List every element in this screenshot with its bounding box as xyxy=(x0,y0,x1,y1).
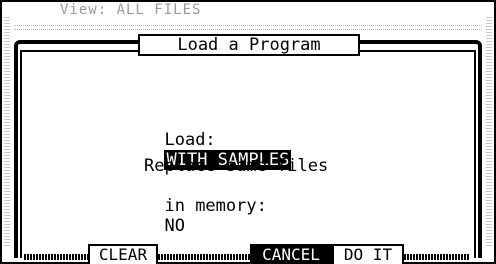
replace-label-line2: in memory: xyxy=(164,196,267,216)
right-decor-strip xyxy=(486,16,492,246)
left-decor-strip xyxy=(4,16,10,246)
view-filter-label: View: ALL FILES xyxy=(60,2,202,18)
softkey-bar-segment xyxy=(24,254,88,260)
do-it-button[interactable]: DO IT xyxy=(332,244,404,264)
replace-value-field[interactable]: NO xyxy=(164,216,184,236)
clear-button[interactable]: CLEAR xyxy=(88,244,158,264)
softkey-bar-segment xyxy=(404,254,470,260)
replace-label-line1: Replace same files xyxy=(144,156,329,176)
dialog-title: Load a Program xyxy=(138,34,360,56)
top-decor-strip xyxy=(14,25,482,30)
load-label: Load: xyxy=(164,130,216,150)
softkey-bar-segment xyxy=(158,254,250,260)
cancel-button[interactable]: CANCEL xyxy=(250,244,332,264)
replace-row: in memory: NO xyxy=(144,176,267,236)
